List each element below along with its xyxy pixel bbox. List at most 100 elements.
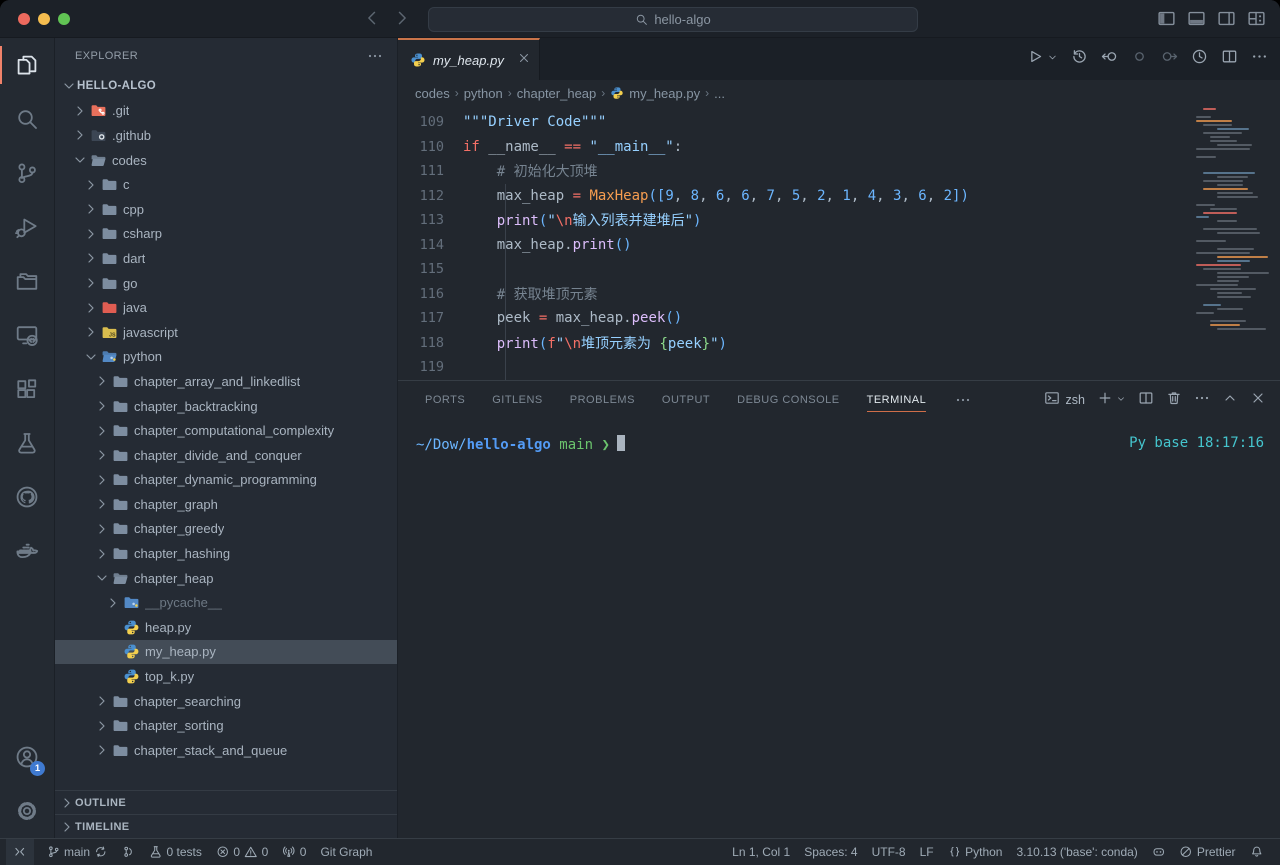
more-button[interactable]: [1194, 390, 1210, 411]
layout-sidebar-right-button[interactable]: [1217, 9, 1236, 33]
tree-item-chapter-graph[interactable]: chapter_graph: [55, 492, 397, 517]
panel-tab-terminal[interactable]: TERMINAL: [867, 381, 927, 419]
explorer-more-actions-button[interactable]: [367, 48, 383, 64]
tree-item-chapter-dynamic-programming[interactable]: chapter_dynamic_programming: [55, 468, 397, 493]
panel-tab-problems[interactable]: PROBLEMS: [570, 381, 635, 419]
activity-explorer[interactable]: [0, 38, 54, 92]
status-ports[interactable]: 0: [275, 839, 313, 865]
code-line-112[interactable]: 112 max_heap = MaxHeap([9, 8, 6, 6, 7, 5…: [398, 184, 1280, 209]
breadcrumb-item[interactable]: codes: [415, 86, 450, 101]
status-cursor-position[interactable]: Ln 1, Col 1: [725, 845, 797, 859]
activity-remote-explorer[interactable]: [0, 308, 54, 362]
tree-item-cpp[interactable]: cpp: [55, 197, 397, 222]
code-line-116[interactable]: 116 # 获取堆顶元素: [398, 282, 1280, 307]
blame-clock-button[interactable]: [1191, 48, 1208, 70]
status-gitlens[interactable]: [115, 839, 143, 865]
layout-sidebar-left-button[interactable]: [1157, 9, 1176, 33]
tree-item-chapter-heap[interactable]: chapter_heap: [55, 566, 397, 591]
next-change-button[interactable]: [1161, 48, 1178, 70]
activity-extensions[interactable]: [0, 362, 54, 416]
activity-run-and-debug[interactable]: [0, 200, 54, 254]
editor-scrollbar[interactable]: [1270, 80, 1280, 380]
close-button[interactable]: [1250, 390, 1266, 411]
code-line-118[interactable]: 118 print(f"\n堆顶元素为 {peek}"): [398, 331, 1280, 356]
minimap[interactable]: [1196, 108, 1268, 332]
tree-item-python[interactable]: python: [55, 345, 397, 370]
terminal-button[interactable]: [1044, 390, 1060, 411]
history-button[interactable]: [1071, 48, 1088, 70]
tree-item-dart[interactable]: dart: [55, 246, 397, 271]
activity-accounts[interactable]: 1: [0, 730, 54, 784]
panel-tabs-more-button[interactable]: [955, 392, 971, 408]
status-eol[interactable]: LF: [913, 845, 941, 859]
tree-item-heap-py[interactable]: heap.py: [55, 615, 397, 640]
activity-search[interactable]: [0, 92, 54, 146]
add-button[interactable]: [1097, 390, 1113, 411]
code-line-114[interactable]: 114 max_heap.print(): [398, 233, 1280, 258]
breadcrumb-item[interactable]: chapter_heap: [517, 86, 597, 101]
status-language-mode[interactable]: Python: [941, 845, 1010, 859]
chevron-down-button[interactable]: [1056, 50, 1058, 68]
tree-item-java[interactable]: java: [55, 295, 397, 320]
run-button[interactable]: [1026, 48, 1043, 70]
tree-item-go[interactable]: go: [55, 271, 397, 296]
tree-root-hello-algo[interactable]: HELLO-ALGO: [55, 74, 397, 99]
status-notifications[interactable]: [1243, 845, 1271, 859]
status-copilot[interactable]: [1145, 845, 1173, 859]
minimize-window-button[interactable]: [38, 13, 50, 25]
terminal[interactable]: ~/Dow/hello-algo main ❯ Py base 18:17:16: [398, 419, 1280, 838]
circle-dim-button[interactable]: [1131, 48, 1148, 70]
trash-button[interactable]: [1166, 390, 1182, 411]
sidebar-section-outline[interactable]: OUTLINE: [55, 790, 397, 814]
status-remote[interactable]: [6, 839, 34, 865]
status-prettier[interactable]: Prettier: [1172, 845, 1242, 859]
status-indentation[interactable]: Spaces: 4: [797, 845, 864, 859]
status-git-branch[interactable]: main: [40, 839, 115, 865]
more-button[interactable]: [1251, 48, 1268, 70]
chevron-down-button[interactable]: [1125, 391, 1126, 409]
status-problems[interactable]: 00: [209, 839, 275, 865]
tree-item-chapter-greedy[interactable]: chapter_greedy: [55, 517, 397, 542]
close-window-button[interactable]: [18, 13, 30, 25]
tree-item-csharp[interactable]: csharp: [55, 222, 397, 247]
breadcrumb-item[interactable]: ...: [714, 86, 725, 101]
code-line-110[interactable]: 110if __name__ == "__main__":: [398, 135, 1280, 160]
chevron-up-button[interactable]: [1222, 390, 1238, 411]
tree-item-top-k-py[interactable]: top_k.py: [55, 664, 397, 689]
activity-testing[interactable]: [0, 416, 54, 470]
panel-tab-gitlens[interactable]: GITLENS: [492, 381, 543, 419]
activity-docker[interactable]: [0, 524, 54, 578]
code-line-119[interactable]: 119: [398, 355, 1280, 380]
status-git-graph[interactable]: Git Graph: [313, 839, 379, 865]
panel-tab-ports[interactable]: PORTS: [425, 381, 465, 419]
tree-item-chapter-stack-and-queue[interactable]: chapter_stack_and_queue: [55, 738, 397, 763]
code-line-113[interactable]: 113 print("\n输入列表并建堆后"): [398, 208, 1280, 233]
tree-item-chapter-sorting[interactable]: chapter_sorting: [55, 713, 397, 738]
status-encoding[interactable]: UTF-8: [865, 845, 913, 859]
code-line-115[interactable]: 115: [398, 257, 1280, 282]
activity-source-control[interactable]: [0, 146, 54, 200]
code-line-109[interactable]: 109"""Driver Code""": [398, 110, 1280, 135]
tree-item-chapter-hashing[interactable]: chapter_hashing: [55, 541, 397, 566]
tree-item--git[interactable]: .git: [55, 99, 397, 124]
split-editor-button[interactable]: [1138, 390, 1154, 411]
maximize-window-button[interactable]: [58, 13, 70, 25]
prev-change-button[interactable]: [1101, 48, 1118, 70]
tree-item-chapter-computational-complexity[interactable]: chapter_computational_complexity: [55, 418, 397, 443]
tree-item-chapter-backtracking[interactable]: chapter_backtracking: [55, 394, 397, 419]
split-editor-button[interactable]: [1221, 48, 1238, 70]
command-center-search[interactable]: hello-algo: [428, 7, 918, 32]
tree-item-chapter-divide-and-conquer[interactable]: chapter_divide_and_conquer: [55, 443, 397, 468]
editor-pane[interactable]: codes›python›chapter_heap›my_heap.py›...…: [398, 80, 1280, 380]
tab-close-icon[interactable]: [517, 51, 531, 70]
tree-item-c[interactable]: c: [55, 172, 397, 197]
status-python-interpreter[interactable]: 3.10.13 ('base': conda): [1009, 845, 1144, 859]
breadcrumb-item[interactable]: python: [464, 86, 503, 101]
code-line-117[interactable]: 117 peek = max_heap.peek(): [398, 306, 1280, 331]
tree-item-chapter-searching[interactable]: chapter_searching: [55, 689, 397, 714]
code-line-111[interactable]: 111 # 初始化大顶堆: [398, 159, 1280, 184]
panel-tab-output[interactable]: OUTPUT: [662, 381, 710, 419]
sidebar-section-timeline[interactable]: TIMELINE: [55, 814, 397, 838]
tab-my-heap[interactable]: my_heap.py: [398, 38, 540, 80]
panel-tab-debug-console[interactable]: DEBUG CONSOLE: [737, 381, 839, 419]
